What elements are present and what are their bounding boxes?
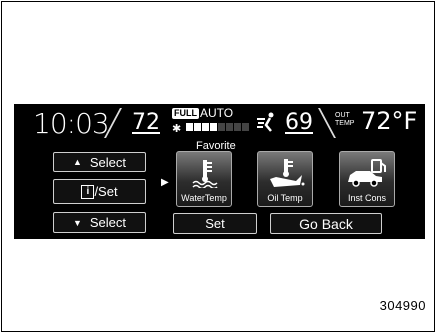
go-back-button[interactable]: Go Back [270,213,382,234]
divider [318,108,336,138]
airflow-icon [255,111,279,139]
set-button[interactable]: Set [173,213,257,234]
outside-temp-label: OUT TEMP [335,112,355,127]
driver-temp[interactable]: 72 [132,110,160,135]
fuel-consumption-icon [348,159,386,187]
fan-icon: ✱ [172,123,182,135]
figure-number: 304990 [379,298,426,313]
oil-temp-icon [270,159,305,187]
fan-full-badge: FULL [172,108,199,119]
tile-label: Inst Cons [347,193,387,203]
tile-inst-cons[interactable]: Inst Cons [339,151,395,207]
tile-oil-temp[interactable]: Oil Temp [257,151,313,207]
selection-pointer-icon: ▶ [161,177,169,188]
triangle-up-icon: ▲ [72,157,82,167]
passenger-temp[interactable]: 69 [285,110,313,135]
clock: 10:03 [33,107,110,140]
select-down-button[interactable]: ▼ Select [53,212,146,233]
triangle-down-icon: ▼ [72,217,82,228]
info-icon: i [81,184,95,199]
tile-water-temp[interactable]: WaterTemp [176,151,232,207]
info-set-button[interactable]: i /Set [53,179,146,204]
select-up-button[interactable]: ▲ Select [53,152,146,172]
fan-auto-label: AUTO [200,106,234,120]
fan-level-bar [186,123,249,131]
tile-label: WaterTemp [181,193,227,203]
outside-temp: 72°F [361,107,418,135]
display-screen: 10:03 72 FULL AUTO ✱ 69 OUT TEMP 72°F Fa… [14,104,425,239]
tile-label: Oil Temp [267,193,303,203]
water-temp-icon [192,160,218,188]
